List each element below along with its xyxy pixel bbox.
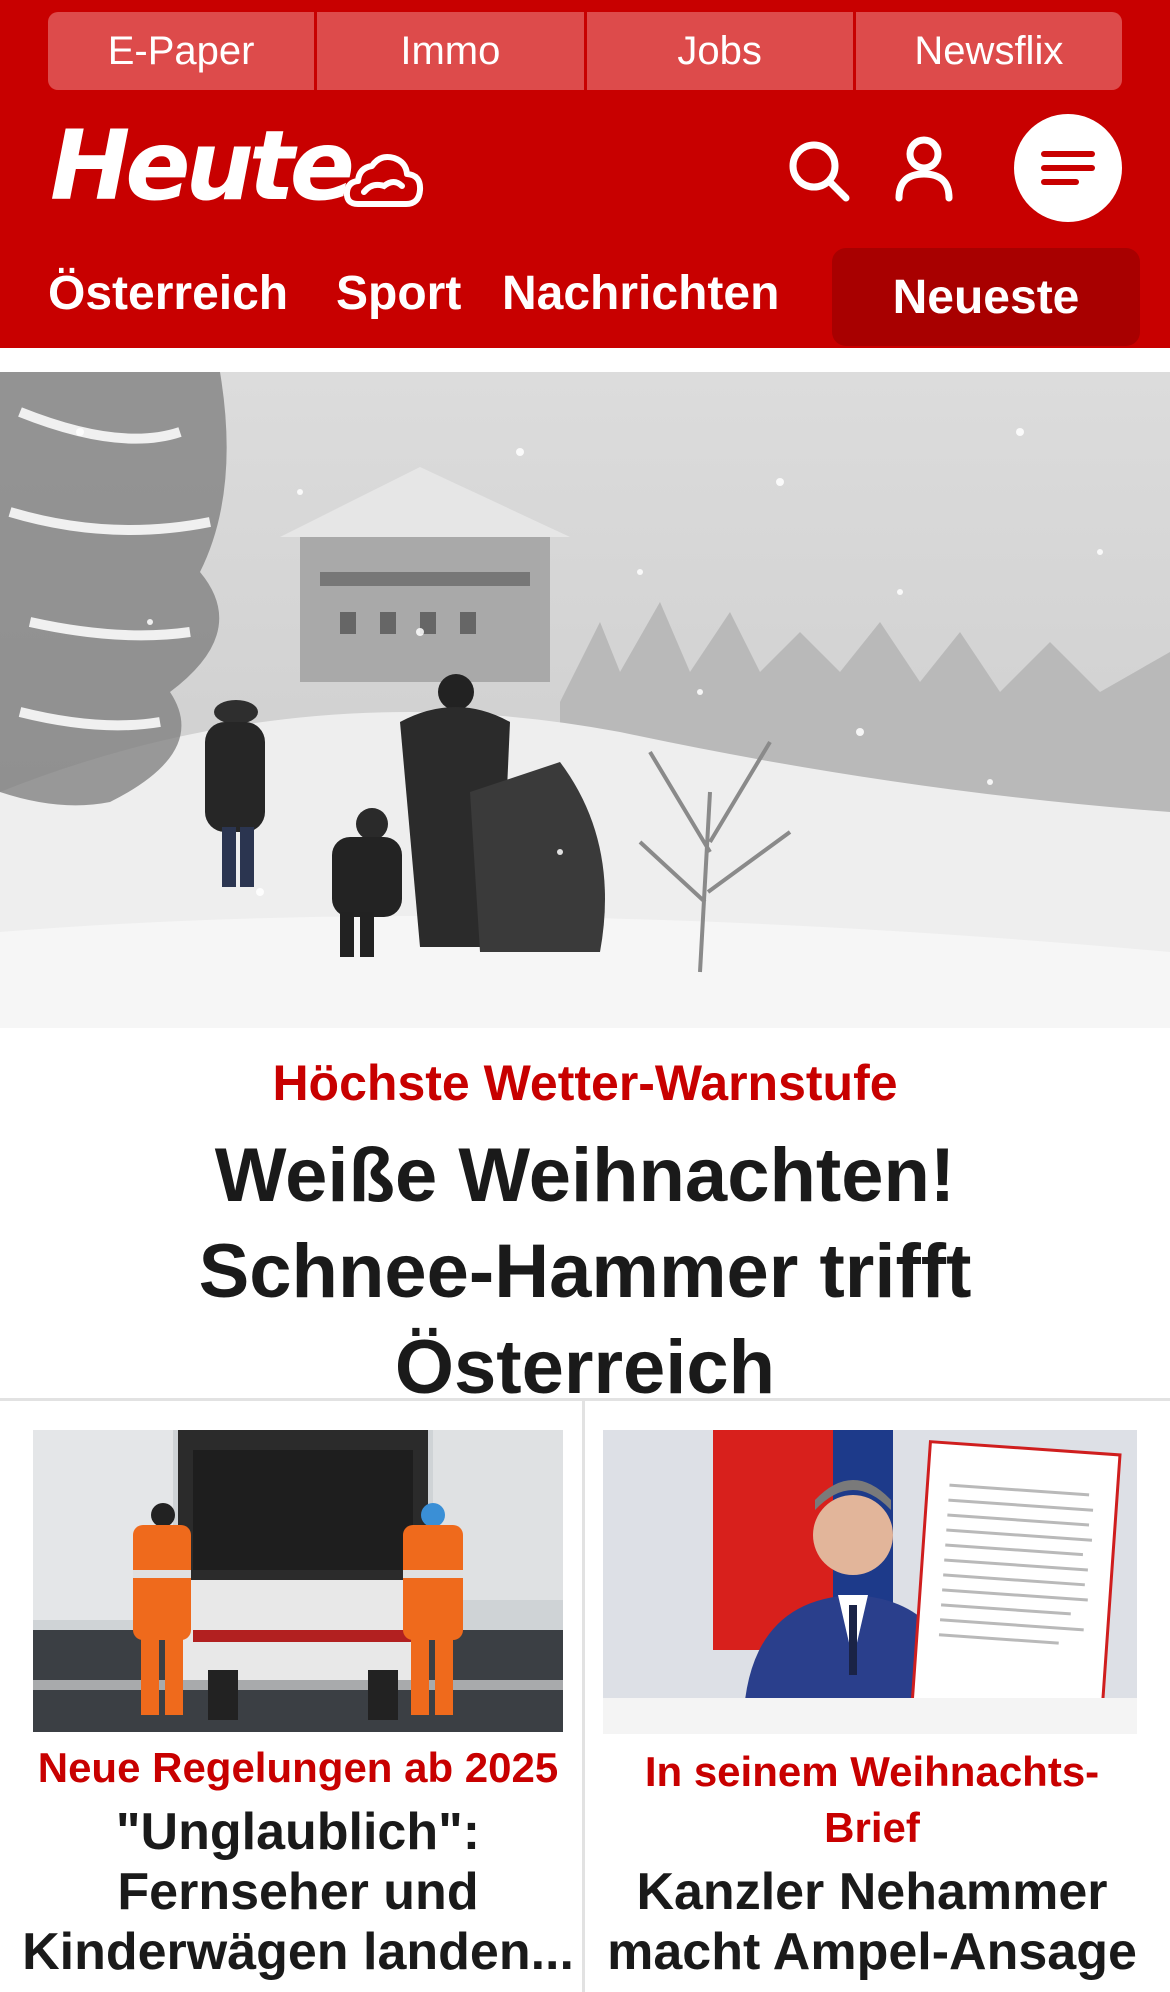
card2-kicker-line: Brief [824, 1804, 920, 1851]
hero-image[interactable] [0, 372, 1170, 1028]
cloud-icon[interactable] [344, 148, 424, 214]
card1-headline-line: "Unglaublich": [115, 1803, 481, 1861]
menu-icon [1041, 151, 1095, 185]
topnav-jobs[interactable]: Jobs [586, 12, 856, 90]
section-divider [0, 1398, 1170, 1401]
card1-headline-line: Kinderwägen landen... [22, 1923, 574, 1981]
card2-headline-line: Kanzler Nehammer [636, 1863, 1108, 1921]
category-neueste[interactable]: Neueste [832, 248, 1140, 346]
card1-headline-line: Fernseher und [117, 1863, 479, 1921]
topnav-epaper[interactable]: E-Paper [48, 12, 318, 90]
site-logo[interactable]: Heute [50, 118, 355, 214]
menu-button[interactable] [1014, 114, 1122, 222]
hero-headline[interactable]: Weiße Weihnachten! Schnee-Hammer trifft … [60, 1128, 1110, 1416]
card2-kicker[interactable]: In seinem Weihnachts- Brief [600, 1744, 1144, 1856]
card-image-garbage-truck[interactable] [33, 1430, 563, 1732]
card1-headline[interactable]: "Unglaublich": Fernseher und Kinderwägen… [20, 1802, 576, 1982]
user-icon[interactable] [894, 136, 954, 202]
category-oesterreich[interactable]: Österreich [48, 266, 288, 321]
category-nachrichten[interactable]: Nachrichten [502, 266, 779, 321]
card2-headline[interactable]: Kanzler Nehammer macht Ampel-Ansage [600, 1862, 1144, 1982]
search-icon[interactable] [786, 138, 852, 204]
top-nav: E-Paper Immo Jobs Newsflix [48, 12, 1122, 90]
card-image-chancellor-letter[interactable] [603, 1430, 1137, 1734]
card2-headline-line: macht Ampel-Ansage [607, 1923, 1137, 1981]
card2-kicker-line: In seinem Weihnachts- [644, 1748, 1100, 1795]
topnav-immo[interactable]: Immo [317, 12, 587, 90]
hero-kicker[interactable]: Höchste Wetter-Warnstufe [0, 1054, 1170, 1112]
topnav-newsflix[interactable]: Newsflix [855, 12, 1122, 90]
category-sport[interactable]: Sport [336, 266, 461, 321]
column-divider [582, 1400, 585, 1992]
card1-kicker[interactable]: Neue Regelungen ab 2025 [20, 1740, 576, 1796]
